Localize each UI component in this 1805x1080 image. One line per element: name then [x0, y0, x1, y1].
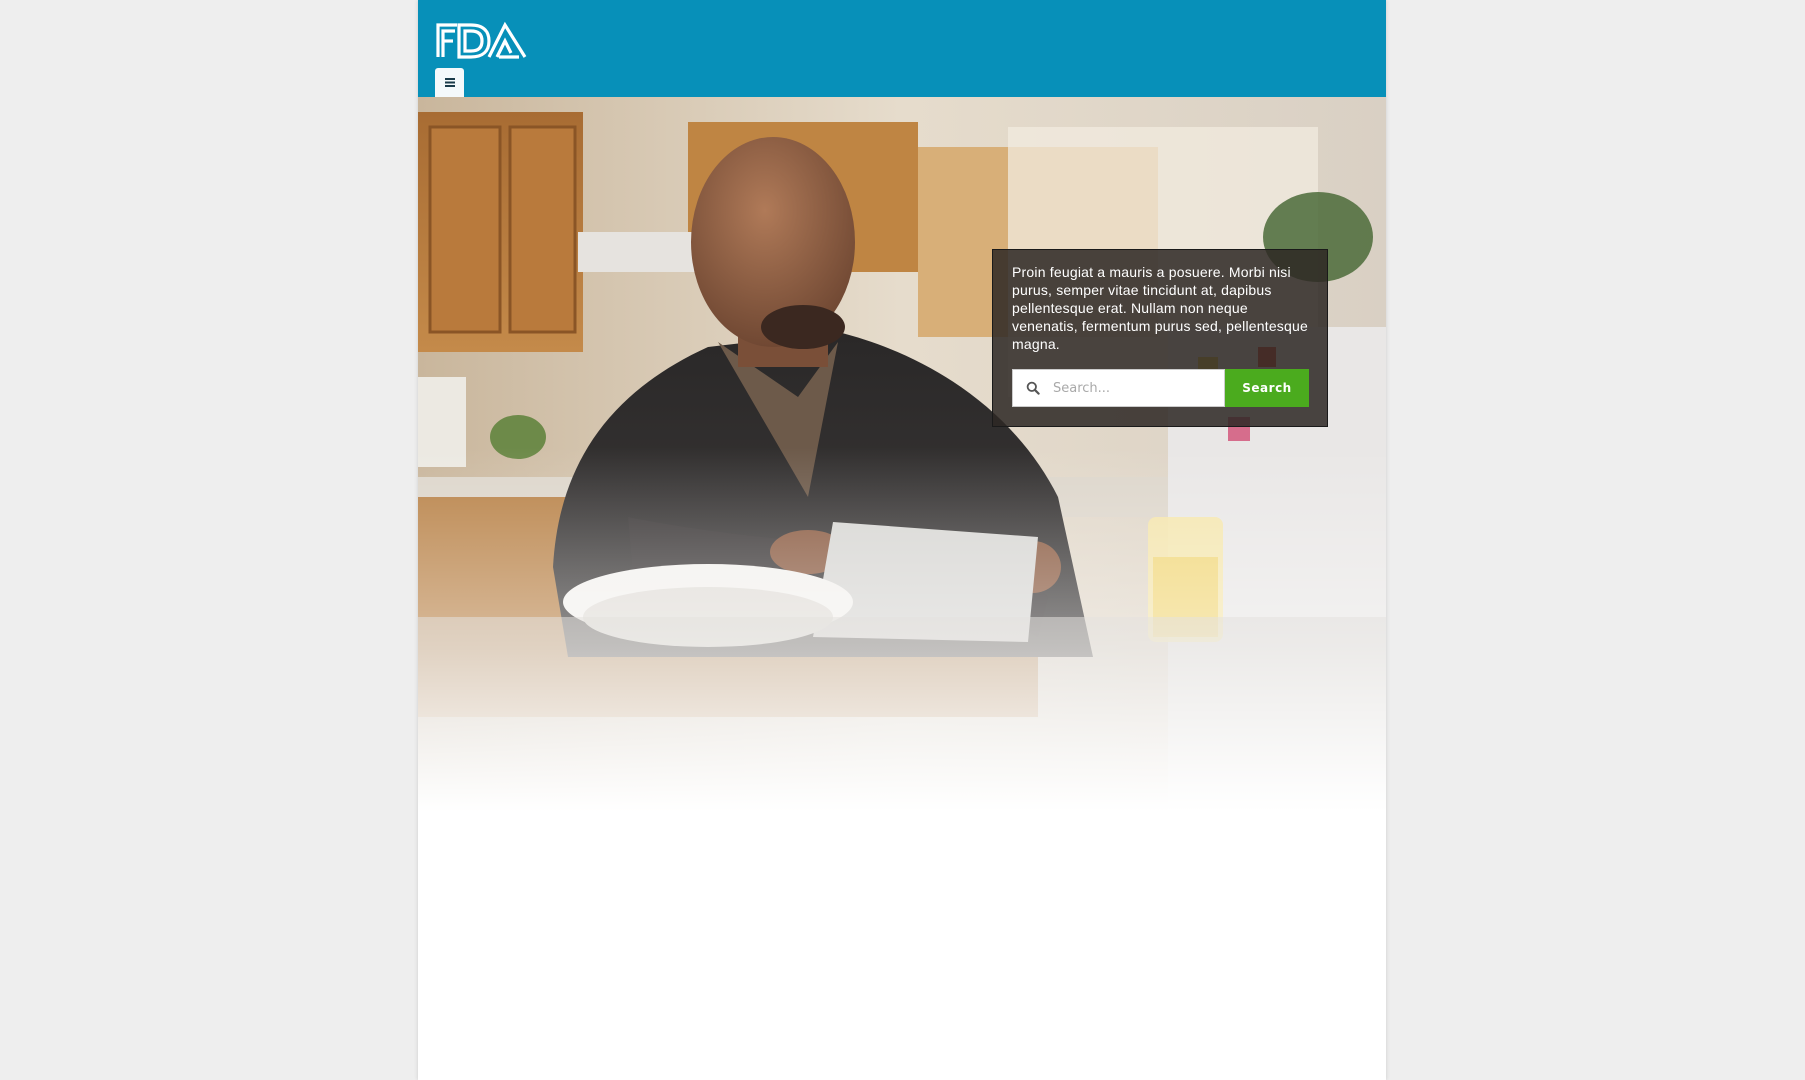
hero-photo-man-with-tablet [418, 97, 1386, 812]
hero-banner: Proin feugiat a mauris a posuere. Morbi … [418, 97, 1386, 812]
search-icon [1026, 381, 1040, 395]
search-panel: Proin feugiat a mauris a posuere. Morbi … [992, 249, 1328, 427]
menu-button[interactable] [435, 68, 464, 97]
page-container: Proin feugiat a mauris a posuere. Morbi … [418, 0, 1386, 1080]
site-header [418, 0, 1386, 97]
hero-description: Proin feugiat a mauris a posuere. Morbi … [1012, 264, 1308, 352]
search-button[interactable]: Search [1225, 369, 1309, 407]
search-input[interactable] [1049, 370, 1219, 406]
fda-logo[interactable] [435, 21, 527, 59]
search-field[interactable] [1012, 369, 1225, 407]
hamburger-menu-icon [444, 78, 455, 87]
